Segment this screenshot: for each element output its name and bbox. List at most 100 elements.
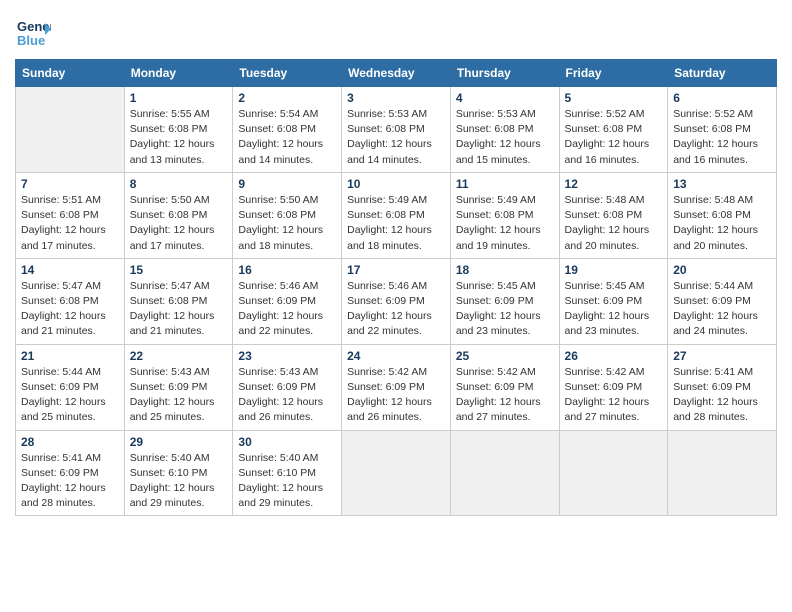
calendar-cell: 10 Sunrise: 5:49 AM Sunset: 6:08 PM Dayl…	[342, 172, 451, 258]
day-info: Sunrise: 5:41 AM Sunset: 6:09 PM Dayligh…	[21, 451, 119, 512]
day-info: Sunrise: 5:44 AM Sunset: 6:09 PM Dayligh…	[21, 365, 119, 426]
calendar-cell: 30 Sunrise: 5:40 AM Sunset: 6:10 PM Dayl…	[233, 430, 342, 516]
day-number: 24	[347, 349, 445, 363]
day-number: 21	[21, 349, 119, 363]
calendar-cell: 24 Sunrise: 5:42 AM Sunset: 6:09 PM Dayl…	[342, 344, 451, 430]
weekday-header-wednesday: Wednesday	[342, 60, 451, 87]
logo-icon: General Blue	[15, 15, 51, 51]
calendar-cell	[342, 430, 451, 516]
calendar-cell: 1 Sunrise: 5:55 AM Sunset: 6:08 PM Dayli…	[124, 87, 233, 173]
day-number: 5	[565, 91, 663, 105]
day-info: Sunrise: 5:42 AM Sunset: 6:09 PM Dayligh…	[456, 365, 554, 426]
day-info: Sunrise: 5:54 AM Sunset: 6:08 PM Dayligh…	[238, 107, 336, 168]
day-info: Sunrise: 5:55 AM Sunset: 6:08 PM Dayligh…	[130, 107, 228, 168]
calendar-cell	[668, 430, 777, 516]
calendar-cell: 5 Sunrise: 5:52 AM Sunset: 6:08 PM Dayli…	[559, 87, 668, 173]
calendar-cell: 3 Sunrise: 5:53 AM Sunset: 6:08 PM Dayli…	[342, 87, 451, 173]
calendar-cell: 20 Sunrise: 5:44 AM Sunset: 6:09 PM Dayl…	[668, 258, 777, 344]
day-info: Sunrise: 5:53 AM Sunset: 6:08 PM Dayligh…	[456, 107, 554, 168]
weekday-header-monday: Monday	[124, 60, 233, 87]
calendar-cell: 15 Sunrise: 5:47 AM Sunset: 6:08 PM Dayl…	[124, 258, 233, 344]
day-info: Sunrise: 5:50 AM Sunset: 6:08 PM Dayligh…	[238, 193, 336, 254]
day-info: Sunrise: 5:44 AM Sunset: 6:09 PM Dayligh…	[673, 279, 771, 340]
day-info: Sunrise: 5:45 AM Sunset: 6:09 PM Dayligh…	[456, 279, 554, 340]
calendar-cell: 26 Sunrise: 5:42 AM Sunset: 6:09 PM Dayl…	[559, 344, 668, 430]
calendar-cell: 17 Sunrise: 5:46 AM Sunset: 6:09 PM Dayl…	[342, 258, 451, 344]
day-number: 20	[673, 263, 771, 277]
calendar-table: SundayMondayTuesdayWednesdayThursdayFrid…	[15, 59, 777, 516]
calendar-cell: 19 Sunrise: 5:45 AM Sunset: 6:09 PM Dayl…	[559, 258, 668, 344]
day-number: 9	[238, 177, 336, 191]
calendar-cell: 21 Sunrise: 5:44 AM Sunset: 6:09 PM Dayl…	[16, 344, 125, 430]
day-number: 28	[21, 435, 119, 449]
week-row-5: 28 Sunrise: 5:41 AM Sunset: 6:09 PM Dayl…	[16, 430, 777, 516]
weekday-header-row: SundayMondayTuesdayWednesdayThursdayFrid…	[16, 60, 777, 87]
calendar-cell: 16 Sunrise: 5:46 AM Sunset: 6:09 PM Dayl…	[233, 258, 342, 344]
day-info: Sunrise: 5:51 AM Sunset: 6:08 PM Dayligh…	[21, 193, 119, 254]
calendar-cell	[559, 430, 668, 516]
day-info: Sunrise: 5:47 AM Sunset: 6:08 PM Dayligh…	[21, 279, 119, 340]
day-number: 17	[347, 263, 445, 277]
calendar-cell: 11 Sunrise: 5:49 AM Sunset: 6:08 PM Dayl…	[450, 172, 559, 258]
day-number: 19	[565, 263, 663, 277]
day-info: Sunrise: 5:46 AM Sunset: 6:09 PM Dayligh…	[238, 279, 336, 340]
logo: General Blue	[15, 15, 51, 51]
day-info: Sunrise: 5:40 AM Sunset: 6:10 PM Dayligh…	[238, 451, 336, 512]
weekday-header-sunday: Sunday	[16, 60, 125, 87]
calendar-cell	[450, 430, 559, 516]
calendar-cell: 9 Sunrise: 5:50 AM Sunset: 6:08 PM Dayli…	[233, 172, 342, 258]
page-header: General Blue	[15, 15, 777, 51]
day-number: 15	[130, 263, 228, 277]
day-number: 4	[456, 91, 554, 105]
calendar-cell: 22 Sunrise: 5:43 AM Sunset: 6:09 PM Dayl…	[124, 344, 233, 430]
weekday-header-tuesday: Tuesday	[233, 60, 342, 87]
calendar-cell: 27 Sunrise: 5:41 AM Sunset: 6:09 PM Dayl…	[668, 344, 777, 430]
day-number: 29	[130, 435, 228, 449]
day-info: Sunrise: 5:43 AM Sunset: 6:09 PM Dayligh…	[130, 365, 228, 426]
day-number: 7	[21, 177, 119, 191]
calendar-cell: 28 Sunrise: 5:41 AM Sunset: 6:09 PM Dayl…	[16, 430, 125, 516]
calendar-cell: 7 Sunrise: 5:51 AM Sunset: 6:08 PM Dayli…	[16, 172, 125, 258]
week-row-3: 14 Sunrise: 5:47 AM Sunset: 6:08 PM Dayl…	[16, 258, 777, 344]
calendar-cell: 12 Sunrise: 5:48 AM Sunset: 6:08 PM Dayl…	[559, 172, 668, 258]
day-number: 2	[238, 91, 336, 105]
day-number: 13	[673, 177, 771, 191]
day-info: Sunrise: 5:53 AM Sunset: 6:08 PM Dayligh…	[347, 107, 445, 168]
day-number: 18	[456, 263, 554, 277]
day-number: 30	[238, 435, 336, 449]
day-info: Sunrise: 5:50 AM Sunset: 6:08 PM Dayligh…	[130, 193, 228, 254]
weekday-header-friday: Friday	[559, 60, 668, 87]
day-info: Sunrise: 5:42 AM Sunset: 6:09 PM Dayligh…	[565, 365, 663, 426]
day-info: Sunrise: 5:49 AM Sunset: 6:08 PM Dayligh…	[347, 193, 445, 254]
calendar-cell: 13 Sunrise: 5:48 AM Sunset: 6:08 PM Dayl…	[668, 172, 777, 258]
day-info: Sunrise: 5:42 AM Sunset: 6:09 PM Dayligh…	[347, 365, 445, 426]
calendar-cell: 23 Sunrise: 5:43 AM Sunset: 6:09 PM Dayl…	[233, 344, 342, 430]
day-info: Sunrise: 5:52 AM Sunset: 6:08 PM Dayligh…	[565, 107, 663, 168]
day-info: Sunrise: 5:47 AM Sunset: 6:08 PM Dayligh…	[130, 279, 228, 340]
day-number: 26	[565, 349, 663, 363]
day-info: Sunrise: 5:43 AM Sunset: 6:09 PM Dayligh…	[238, 365, 336, 426]
day-number: 12	[565, 177, 663, 191]
calendar-cell: 2 Sunrise: 5:54 AM Sunset: 6:08 PM Dayli…	[233, 87, 342, 173]
day-info: Sunrise: 5:48 AM Sunset: 6:08 PM Dayligh…	[673, 193, 771, 254]
day-info: Sunrise: 5:40 AM Sunset: 6:10 PM Dayligh…	[130, 451, 228, 512]
day-number: 6	[673, 91, 771, 105]
weekday-header-thursday: Thursday	[450, 60, 559, 87]
day-number: 16	[238, 263, 336, 277]
weekday-header-saturday: Saturday	[668, 60, 777, 87]
day-number: 3	[347, 91, 445, 105]
week-row-1: 1 Sunrise: 5:55 AM Sunset: 6:08 PM Dayli…	[16, 87, 777, 173]
week-row-2: 7 Sunrise: 5:51 AM Sunset: 6:08 PM Dayli…	[16, 172, 777, 258]
day-info: Sunrise: 5:48 AM Sunset: 6:08 PM Dayligh…	[565, 193, 663, 254]
calendar-cell: 25 Sunrise: 5:42 AM Sunset: 6:09 PM Dayl…	[450, 344, 559, 430]
calendar-cell: 4 Sunrise: 5:53 AM Sunset: 6:08 PM Dayli…	[450, 87, 559, 173]
day-number: 23	[238, 349, 336, 363]
day-number: 14	[21, 263, 119, 277]
day-number: 25	[456, 349, 554, 363]
calendar-cell: 6 Sunrise: 5:52 AM Sunset: 6:08 PM Dayli…	[668, 87, 777, 173]
day-number: 1	[130, 91, 228, 105]
day-number: 27	[673, 349, 771, 363]
day-info: Sunrise: 5:52 AM Sunset: 6:08 PM Dayligh…	[673, 107, 771, 168]
calendar-cell: 8 Sunrise: 5:50 AM Sunset: 6:08 PM Dayli…	[124, 172, 233, 258]
day-number: 10	[347, 177, 445, 191]
